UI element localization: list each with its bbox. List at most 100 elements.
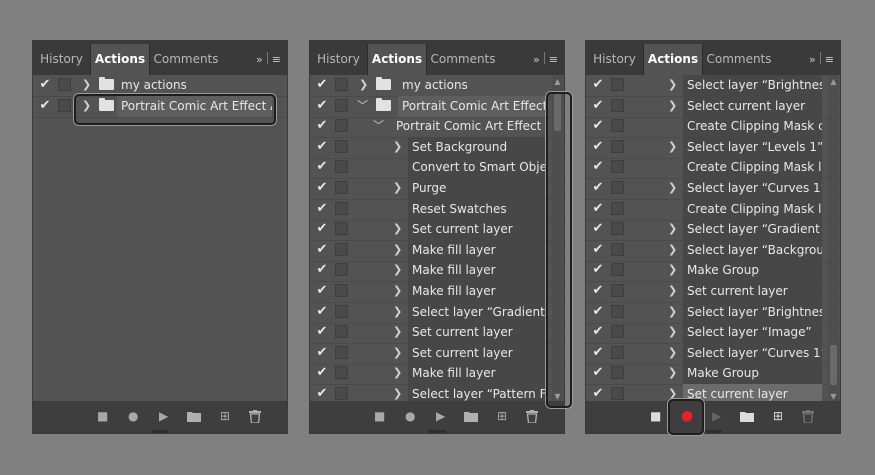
toggle-dialog-box[interactable] — [335, 325, 348, 339]
command-row[interactable]: ✔ Reset Swatches — [310, 198, 564, 221]
hamburger-menu-icon[interactable]: ≡ — [825, 53, 834, 66]
chevron-right-icon[interactable]: ❯ — [393, 283, 402, 299]
toggle-dialog-box[interactable] — [335, 387, 348, 400]
toggle-item-checkmark-icon[interactable]: ✔ — [315, 181, 329, 195]
action-set-row[interactable]: ✔ ❯ my actions — [310, 75, 564, 97]
command-row[interactable]: ✔ ❯ Select layer “Gradient Fi... — [310, 301, 564, 324]
chevron-right-icon[interactable]: ❯ — [668, 242, 677, 258]
toggle-dialog-box[interactable] — [335, 201, 348, 215]
hamburger-menu-icon[interactable]: ≡ — [549, 53, 558, 66]
toggle-item-checkmark-icon[interactable]: ✔ — [315, 78, 329, 92]
panel-collapse-icon[interactable]: » — [809, 53, 816, 66]
tab-actions[interactable]: Actions — [90, 44, 150, 75]
toggle-dialog-box[interactable] — [611, 78, 624, 91]
command-row[interactable]: ✔ ❯ Make fill layer — [310, 281, 564, 303]
chevron-right-icon[interactable]: ❯ — [668, 139, 677, 155]
toggle-dialog-box[interactable] — [335, 139, 348, 153]
toggle-item-checkmark-icon[interactable]: ✔ — [315, 98, 329, 113]
tab-comments[interactable]: Comments — [425, 44, 501, 75]
chevron-right-icon[interactable]: ❯ — [393, 242, 402, 258]
toggle-dialog-box[interactable] — [611, 139, 624, 153]
list-scrollbar[interactable]: ▲ ▼ — [828, 75, 839, 403]
tab-comments[interactable]: Comments — [148, 44, 224, 75]
chevron-right-icon[interactable]: ❯ — [668, 262, 677, 278]
chevron-right-icon[interactable]: ❯ — [668, 98, 677, 114]
tab-actions[interactable]: Actions — [367, 44, 427, 75]
stop-icon[interactable]: ■ — [374, 409, 385, 423]
panel-menu-button[interactable]: » ≡ — [533, 52, 558, 66]
toggle-dialog-box[interactable] — [611, 263, 624, 277]
new-action-icon[interactable]: ⊞ — [773, 409, 783, 423]
command-row[interactable]: ✔ ❯ Make fill layer — [310, 239, 564, 262]
toggle-dialog-box[interactable] — [611, 242, 624, 256]
command-row[interactable]: ✔ ❯ Set current layer — [310, 322, 564, 345]
toggle-dialog-box[interactable] — [611, 345, 624, 359]
toggle-item-checkmark-icon[interactable]: ✔ — [315, 139, 329, 154]
command-row[interactable]: ✔ ❯ Select layer “Curves 1” — [586, 178, 840, 200]
stop-icon[interactable]: ■ — [650, 409, 661, 423]
command-row[interactable]: ✔ ❯ Make fill layer — [310, 260, 564, 283]
command-row[interactable]: ✔ ❯ Select layer “Brightness... — [586, 75, 840, 97]
chevron-right-icon[interactable]: ❯ — [668, 324, 677, 340]
panel-collapse-icon[interactable]: » — [256, 53, 263, 66]
toggle-item-checkmark-icon[interactable]: ✔ — [591, 201, 605, 216]
toggle-item-checkmark-icon[interactable]: ✔ — [591, 304, 605, 319]
command-row[interactable]: ✔ ❯ Purge — [310, 178, 564, 200]
panel-menu-button[interactable]: » ≡ — [809, 52, 834, 66]
panel-menu-button[interactable]: » ≡ — [256, 52, 281, 66]
chevron-right-icon[interactable]: ❯ — [668, 304, 677, 320]
trash-icon[interactable] — [802, 410, 814, 426]
new-set-folder-icon[interactable] — [187, 411, 201, 425]
toggle-item-checkmark-icon[interactable]: ✔ — [591, 119, 605, 133]
stop-icon[interactable]: ■ — [97, 409, 108, 423]
toggle-dialog-box[interactable] — [611, 325, 624, 339]
toggle-dialog-box[interactable] — [335, 181, 348, 194]
toggle-item-checkmark-icon[interactable]: ✔ — [315, 160, 329, 174]
command-row[interactable]: ✔ ❯ Make Group — [586, 363, 840, 386]
new-action-icon[interactable]: ⊞ — [220, 409, 230, 423]
play-icon[interactable]: ▶ — [436, 409, 445, 423]
toggle-item-checkmark-icon[interactable]: ✔ — [315, 325, 329, 339]
toggle-item-checkmark-icon[interactable]: ✔ — [315, 284, 329, 298]
toggle-item-checkmark-icon[interactable]: ✔ — [38, 99, 52, 113]
toggle-item-checkmark-icon[interactable]: ✔ — [591, 263, 605, 277]
toggle-dialog-box[interactable] — [335, 366, 348, 380]
toggle-item-checkmark-icon[interactable]: ✔ — [591, 366, 605, 380]
chevron-right-icon[interactable]: ❯ — [393, 180, 402, 196]
toggle-dialog-box[interactable] — [611, 119, 624, 133]
toggle-item-checkmark-icon[interactable]: ✔ — [38, 78, 52, 92]
command-row[interactable]: ✔ ❯ Select layer “Brightness... — [586, 301, 840, 324]
command-row[interactable]: ✔ ❯ Set current layer — [310, 219, 564, 242]
action-row[interactable]: ✔ ﹀ Portrait Comic Art Effect A... — [310, 116, 564, 139]
toggle-item-checkmark-icon[interactable]: ✔ — [315, 263, 329, 277]
command-row[interactable]: ✔ ❯ Set current layer — [586, 281, 840, 303]
toggle-item-checkmark-icon[interactable]: ✔ — [315, 366, 329, 380]
toggle-dialog-box[interactable] — [611, 366, 624, 380]
new-action-icon[interactable]: ⊞ — [497, 409, 507, 423]
toggle-item-checkmark-icon[interactable]: ✔ — [591, 387, 605, 401]
chevron-right-icon[interactable]: ❯ — [668, 283, 677, 299]
toggle-item-checkmark-icon[interactable]: ✔ — [591, 284, 605, 298]
chevron-right-icon[interactable]: ❯ — [668, 77, 677, 93]
resize-grip[interactable] — [151, 430, 169, 433]
command-row[interactable]: ✔ Convert to Smart Object — [310, 157, 564, 180]
command-row[interactable]: ✔ ❯ Select current layer — [586, 95, 840, 118]
toggle-item-checkmark-icon[interactable]: ✔ — [315, 222, 329, 236]
toggle-dialog-box[interactable] — [611, 222, 624, 236]
tab-actions[interactable]: Actions — [643, 44, 703, 75]
new-set-folder-icon[interactable] — [464, 411, 478, 425]
chevron-right-icon[interactable]: ❯ — [359, 77, 368, 93]
action-set-row[interactable]: ✔ ﹀ Portrait Comic Art Effect A... — [310, 95, 564, 118]
toggle-dialog-box[interactable] — [58, 99, 71, 112]
command-row[interactable]: ✔ ❯ Select layer “Levels 1” — [586, 136, 840, 159]
toggle-item-checkmark-icon[interactable]: ✔ — [591, 325, 605, 339]
play-icon[interactable]: ▶ — [712, 409, 721, 423]
command-row[interactable]: ✔ ❯ Select layer “Curves 1” — [586, 342, 840, 365]
toggle-dialog-box[interactable] — [335, 242, 348, 256]
toggle-item-checkmark-icon[interactable]: ✔ — [591, 242, 605, 257]
toggle-item-checkmark-icon[interactable]: ✔ — [591, 345, 605, 360]
toggle-dialog-box[interactable] — [335, 263, 348, 277]
resize-grip[interactable] — [428, 430, 446, 433]
resize-grip[interactable] — [704, 430, 722, 433]
toggle-item-checkmark-icon[interactable]: ✔ — [591, 139, 605, 154]
